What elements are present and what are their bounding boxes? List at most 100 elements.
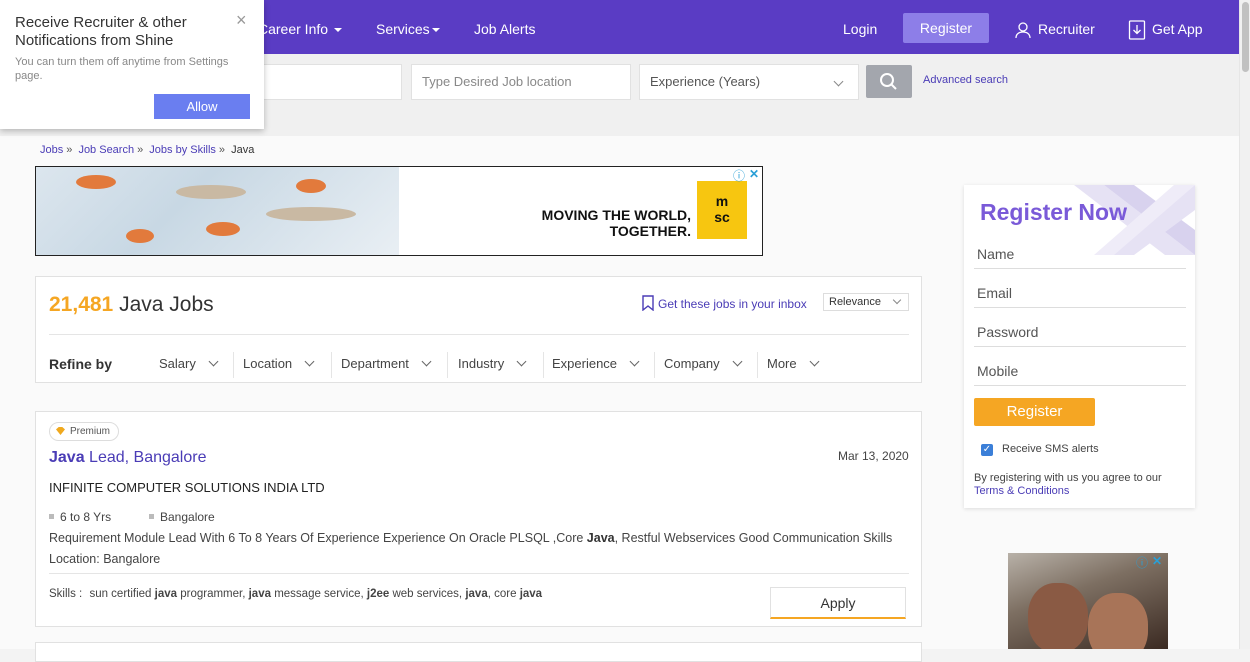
job-title-keyword: Java [49, 449, 85, 466]
filter-experience[interactable]: Experience [552, 349, 640, 379]
filter-label: Salary [159, 356, 196, 371]
nav-login[interactable]: Login [843, 0, 877, 54]
ad-tagline: MOVING THE WORLD, TOGETHER. [506, 207, 691, 239]
jobs-inbox-link-label: Get these jobs in your inbox [658, 297, 807, 311]
job-title-link[interactable]: Java Lead, Bangalore [49, 449, 206, 467]
close-icon[interactable]: × [236, 10, 247, 31]
job-description: Requirement Module Lead With 6 To 8 Year… [49, 528, 914, 570]
register-panel: Register Now Name Email Password Mobile … [964, 185, 1195, 508]
filter-more[interactable]: More [767, 349, 820, 379]
filter-separator [543, 352, 544, 378]
filter-separator [757, 352, 758, 378]
job-location-value: Bangalore [160, 510, 215, 524]
ad-image-shape [1088, 593, 1148, 649]
terms-link[interactable]: Terms & Conditions [974, 485, 1069, 497]
filter-industry[interactable]: Industry [458, 349, 527, 379]
sort-select-value: Relevance [829, 296, 881, 308]
password-field[interactable]: Password [974, 317, 1186, 347]
chevron-down-icon [809, 356, 820, 367]
shrimp-shape [76, 175, 116, 189]
download-app-icon [1128, 20, 1146, 40]
experience-select-value: Experience (Years) [650, 74, 761, 89]
job-card[interactable] [35, 642, 922, 662]
breadcrumb-jobs[interactable]: Jobs [40, 144, 63, 156]
notification-permission-popup: Receive Recruiter & other Notifications … [0, 0, 264, 129]
scrollbar-thumb[interactable] [1242, 2, 1249, 72]
filter-location[interactable]: Location [243, 349, 315, 379]
apply-button[interactable]: Apply [770, 587, 906, 619]
location-input[interactable]: Type Desired Job location [411, 64, 631, 100]
email-field[interactable]: Email [974, 278, 1186, 308]
nav-get-app[interactable]: Get App [1128, 0, 1203, 54]
search-icon [880, 73, 897, 90]
sms-alerts-label: Receive SMS alerts [1002, 443, 1099, 455]
ad-tagline-line2: TOGETHER. [609, 223, 691, 239]
company-name: INFINITE COMPUTER SOLUTIONS INDIA LTD [49, 480, 325, 495]
fish-shape [266, 207, 356, 221]
chevron-down-icon [431, 28, 440, 33]
filter-label: Experience [552, 356, 618, 371]
nav-career-info-label: Career Info [258, 21, 329, 37]
ad-banner-image [36, 167, 399, 255]
filter-label: Company [664, 356, 720, 371]
filter-salary[interactable]: Salary [159, 349, 219, 379]
ad-close-icon[interactable]: ✕ [749, 167, 759, 181]
chevron-down-icon [208, 356, 219, 367]
shrimp-shape [206, 222, 240, 236]
nav-recruiter-label: Recruiter [1038, 21, 1095, 37]
nav-get-app-label: Get App [1152, 21, 1203, 37]
job-description-text: , Restful Webservices Good Communication… [614, 531, 893, 545]
jobs-inbox-link[interactable]: Get these jobs in your inbox [642, 295, 807, 312]
ad-info-icon[interactable]: ⓘ [1136, 554, 1148, 571]
ad-banner[interactable]: MOVING THE WORLD, TOGETHER. m sc ⓘ ✕ [35, 166, 763, 256]
skill-text: sun certified [89, 588, 155, 600]
skills-label: Skills : [49, 588, 83, 600]
breadcrumb-separator: » [218, 144, 226, 156]
sidebar-ad[interactable]: ⓘ ✕ [1008, 553, 1168, 649]
register-title: Register Now [980, 199, 1127, 225]
breadcrumb-jobs-by-skills[interactable]: Jobs by Skills [149, 144, 216, 156]
skill-keyword: java [465, 588, 488, 600]
bullet-icon [149, 514, 154, 519]
results-header-box: 21,481 Java Jobs Get these jobs in your … [35, 276, 922, 383]
job-location: Bangalore [149, 510, 215, 524]
chevron-down-icon [334, 28, 343, 33]
job-card[interactable]: Premium Java Lead, Bangalore Mar 13, 202… [35, 411, 922, 627]
nav-career-info[interactable]: Career Info [258, 0, 343, 54]
advanced-search-link[interactable]: Advanced search [923, 74, 1008, 86]
filter-company[interactable]: Company [664, 349, 743, 379]
sms-alerts-checkbox[interactable]: ✓ [981, 444, 993, 456]
skill-text: web services, [389, 588, 466, 600]
chevron-down-icon [892, 295, 902, 305]
skill-keyword: j2ee [366, 588, 390, 600]
nav-services[interactable]: Services [376, 0, 440, 54]
terms-notice: By registering with us you agree to our … [974, 472, 1189, 498]
job-posted-date: Mar 13, 2020 [838, 449, 909, 463]
mobile-field[interactable]: Mobile [974, 356, 1186, 386]
sort-select[interactable]: Relevance [823, 293, 909, 311]
filter-label: More [767, 356, 797, 371]
allow-notifications-button[interactable]: Allow [154, 94, 250, 119]
filter-label: Industry [458, 356, 505, 371]
skill-text: message service, [271, 588, 367, 600]
chevron-down-icon [732, 356, 743, 367]
experience-select[interactable]: Experience (Years) [639, 64, 859, 100]
breadcrumb-job-search[interactable]: Job Search [78, 144, 134, 156]
fish-shape [176, 185, 246, 199]
register-submit-button[interactable]: Register [974, 398, 1095, 426]
job-experience-value: 6 to 8 Yrs [60, 510, 112, 524]
ad-close-icon[interactable]: ✕ [1152, 554, 1162, 568]
ad-logo-bottom: sc [714, 209, 730, 225]
job-description-text: Requirement Module Lead With 6 To 8 Year… [49, 531, 587, 545]
ad-info-icon[interactable]: ⓘ [733, 167, 745, 184]
nav-job-alerts[interactable]: Job Alerts [474, 0, 535, 54]
name-field[interactable]: Name [974, 239, 1186, 269]
filter-department[interactable]: Department [341, 349, 432, 379]
nav-register-button[interactable]: Register [903, 13, 989, 43]
recruiter-icon [1015, 22, 1031, 39]
chevron-down-icon [516, 356, 527, 367]
page-scrollbar[interactable] [1239, 0, 1250, 649]
search-button[interactable] [866, 65, 912, 98]
nav-recruiter[interactable]: Recruiter [1014, 0, 1095, 54]
filter-label: Location [243, 356, 293, 371]
